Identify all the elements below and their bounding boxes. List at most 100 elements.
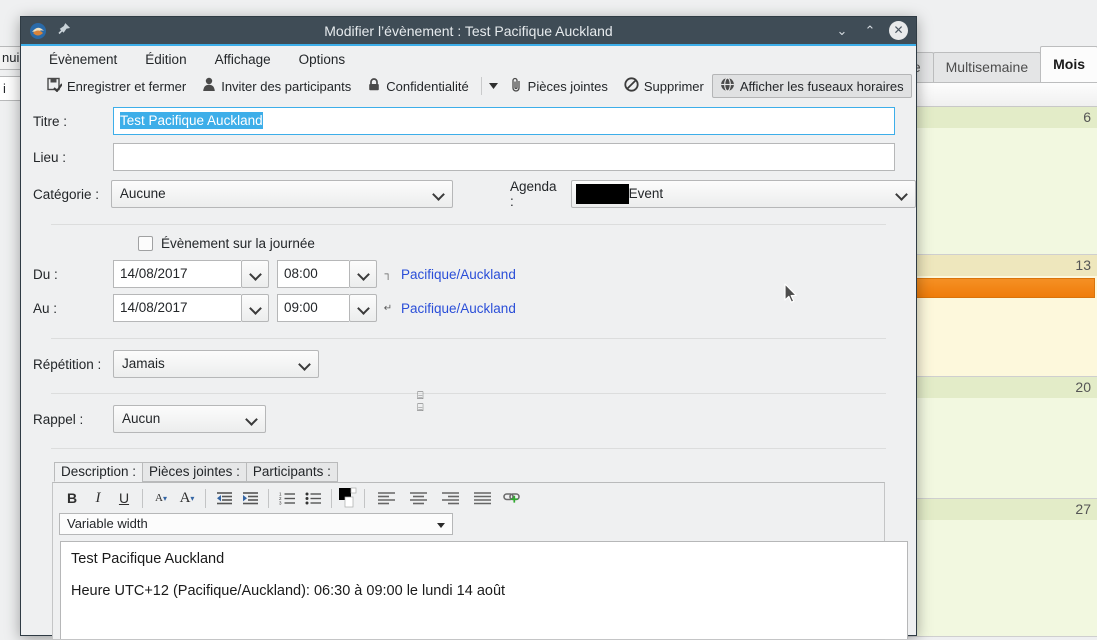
close-button[interactable]: ✕ <box>889 21 908 40</box>
repeat-label: Répétition : <box>21 357 113 372</box>
tab-participants[interactable]: Participants : <box>246 462 338 482</box>
toolbar-separator <box>364 489 365 508</box>
tab-multisemaine[interactable]: Multisemaine <box>933 52 1041 82</box>
toolbar-separator <box>331 489 332 508</box>
end-label: Au : <box>21 301 113 316</box>
chain-link-icon: ⌸⌸ <box>417 390 424 414</box>
tab-description[interactable]: Description : <box>54 462 143 482</box>
formatting-toolbar: B I U A▾ A▾ 123 <box>53 483 884 513</box>
location-row: Lieu : <box>21 143 916 171</box>
text-color-button[interactable] <box>337 486 359 510</box>
dialog-menubar: Évènement Édition Affichage Options <box>21 46 916 72</box>
tab-mois[interactable]: Mois <box>1040 46 1097 82</box>
end-timezone-link[interactable]: Pacifique/Auckland <box>401 301 516 316</box>
divider <box>51 224 886 225</box>
menu-edition[interactable]: Édition <box>145 52 186 67</box>
numbered-list-button[interactable]: 123 <box>274 486 300 510</box>
allday-row: Évènement sur la journée <box>21 236 916 251</box>
allday-checkbox[interactable] <box>138 236 153 251</box>
dialog-toolbar: Enregistrer et fermer Inviter des partic… <box>21 72 916 100</box>
align-left-button[interactable] <box>370 486 402 510</box>
align-center-button[interactable] <box>402 486 434 510</box>
description-line-1: Test Pacifique Auckland <box>71 551 897 567</box>
end-row: Au : 14/08/2017 09:00 ↵ Pacifique/Auckla… <box>21 294 916 322</box>
attachments-button[interactable]: Pièces jointes <box>502 74 616 98</box>
toolbar-separator <box>142 489 143 508</box>
bullet-list-button[interactable] <box>300 486 326 510</box>
dialog-form: Titre : Test Pacifique Auckland Lieu : C… <box>21 107 916 640</box>
toolbar-separator <box>481 77 482 95</box>
start-time-dropdown[interactable] <box>349 260 377 288</box>
start-date-dropdown[interactable] <box>241 260 269 288</box>
start-date-input[interactable]: 14/08/2017 <box>113 260 241 288</box>
end-date-input[interactable]: 14/08/2017 <box>113 294 241 322</box>
repeat-select[interactable]: Jamais <box>113 350 319 378</box>
category-label: Catégorie : <box>21 187 111 202</box>
title-label: Titre : <box>21 114 113 129</box>
decrease-font-size-button[interactable]: A▾ <box>148 486 174 510</box>
show-timezones-button[interactable]: Afficher les fuseaux horaires <box>712 74 912 98</box>
description-textarea[interactable]: Test Pacifique Auckland Heure UTC+12 (Pa… <box>60 541 908 639</box>
save-close-icon <box>47 77 62 95</box>
chain-link-icon-bottom: ↵ <box>381 303 395 314</box>
agenda-select[interactable]: Event <box>571 180 916 208</box>
person-icon <box>202 77 216 95</box>
privacy-dropdown-arrow[interactable] <box>486 75 502 97</box>
title-row: Titre : Test Pacifique Auckland <box>21 107 916 135</box>
end-time-input[interactable]: 09:00 <box>277 294 349 322</box>
end-date-dropdown[interactable] <box>241 294 269 322</box>
category-select[interactable]: Aucune <box>111 180 453 208</box>
mouse-cursor <box>784 283 798 305</box>
start-time-input[interactable]: 08:00 <box>277 260 349 288</box>
increase-font-size-button[interactable]: A▾ <box>174 486 200 510</box>
align-right-button[interactable] <box>434 486 466 510</box>
thunderbird-icon <box>29 22 47 40</box>
reminder-select[interactable]: Aucun <box>113 405 266 433</box>
menu-options[interactable]: Options <box>299 52 346 67</box>
bold-button[interactable]: B <box>59 486 85 510</box>
end-time-dropdown[interactable] <box>349 294 377 322</box>
allday-label: Évènement sur la journée <box>161 236 315 251</box>
lock-icon <box>367 77 381 95</box>
description-editor-panel: B I U A▾ A▾ 123 <box>52 482 885 640</box>
category-agenda-row: Catégorie : Aucune Agenda : Event <box>21 179 916 209</box>
italic-button[interactable]: I <box>85 486 111 510</box>
dialog-title: Modifier l’évènement : Test Pacifique Au… <box>21 23 916 39</box>
editor-tabs: Description : Pièces jointes : Participa… <box>21 462 916 482</box>
indent-decrease-button[interactable] <box>211 486 237 510</box>
edit-event-dialog: Modifier l’évènement : Test Pacifique Au… <box>20 16 917 636</box>
location-input[interactable] <box>113 143 895 171</box>
toolbar-separator <box>205 489 206 508</box>
repeat-row: Répétition : Jamais <box>21 350 916 378</box>
divider <box>51 448 886 449</box>
menu-affichage[interactable]: Affichage <box>215 52 271 67</box>
align-justify-button[interactable] <box>466 486 498 510</box>
underline-button[interactable]: U <box>111 486 137 510</box>
minimize-button[interactable]: ⌄ <box>833 22 851 40</box>
svg-text:3: 3 <box>279 500 282 505</box>
privacy-button[interactable]: Confidentialité <box>359 74 476 98</box>
title-input-value: Test Pacifique Auckland <box>120 112 263 129</box>
menu-evenement[interactable]: Évènement <box>49 52 117 67</box>
globe-icon <box>720 77 735 95</box>
font-family-select[interactable]: Variable width <box>59 513 453 535</box>
calendar-view-tabs: ne Multisemaine Mois <box>892 46 1097 82</box>
delete-button[interactable]: Supprimer <box>616 74 712 98</box>
reminder-label: Rappel : <box>21 412 113 427</box>
smaller-A-icon: A <box>155 492 163 504</box>
toolbar-separator <box>268 489 269 508</box>
title-input[interactable]: Test Pacifique Auckland <box>113 107 895 135</box>
save-and-close-button[interactable]: Enregistrer et fermer <box>39 74 194 98</box>
start-timezone-link[interactable]: Pacifique/Auckland <box>401 267 516 282</box>
maximize-button[interactable]: ⌃ <box>861 22 879 40</box>
insert-link-button[interactable] <box>498 486 528 510</box>
invite-attendees-button[interactable]: Inviter des participants <box>194 74 359 98</box>
pin-icon[interactable] <box>55 23 71 39</box>
agenda-label: Agenda : <box>510 179 563 209</box>
indent-increase-button[interactable] <box>237 486 263 510</box>
start-row: Du : 14/08/2017 08:00 ┐ Pacifique/Auckla… <box>21 260 916 288</box>
agenda-value: Event <box>629 181 664 207</box>
tab-attachments[interactable]: Pièces jointes : <box>142 462 247 482</box>
location-label: Lieu : <box>21 150 113 165</box>
agenda-redaction-box <box>576 184 629 204</box>
